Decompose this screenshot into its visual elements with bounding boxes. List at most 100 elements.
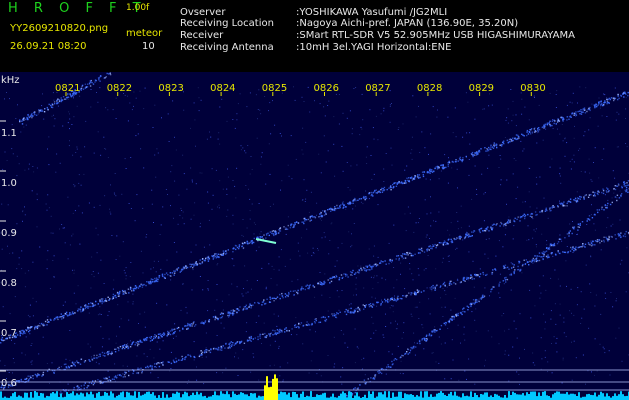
signal-bar (480, 394, 482, 400)
noise-speck (50, 215, 52, 217)
noise-speck (59, 228, 60, 230)
trace-dot (414, 253, 416, 255)
noise-speck (30, 361, 32, 363)
trace-dot (334, 207, 336, 210)
noise-speck (130, 340, 131, 342)
signal-bar (560, 393, 562, 400)
signal-bar (60, 393, 62, 400)
noise-speck (265, 183, 267, 185)
noise-speck (396, 279, 398, 281)
trace-dot (596, 239, 599, 241)
noise-speck (62, 125, 64, 127)
trace-dot (204, 350, 206, 352)
noise-speck (17, 104, 18, 106)
trace-dot (284, 296, 287, 298)
noise-speck (536, 246, 537, 248)
trace-dot (562, 251, 564, 253)
noise-speck (504, 330, 505, 332)
noise-speck (485, 238, 487, 240)
trace-dot (431, 248, 433, 250)
noise-speck (447, 327, 449, 329)
signal-bar (308, 396, 310, 400)
signal-bar (574, 394, 576, 400)
trace-dot (329, 277, 331, 280)
noise-speck (270, 278, 272, 279)
signal-bar (408, 394, 410, 400)
noise-speck (4, 151, 6, 153)
signal-bar (448, 393, 450, 400)
noise-speck (112, 109, 114, 111)
time-tick-label: 0823 (158, 83, 183, 94)
noise-speck (356, 164, 358, 166)
noise-speck (160, 224, 162, 226)
noise-speck (226, 215, 228, 217)
noise-speck (113, 279, 115, 281)
noise-speck (284, 265, 286, 267)
signal-bar (68, 393, 70, 400)
noise-speck (175, 269, 177, 271)
trace-dot (546, 124, 549, 126)
trace-dot (243, 241, 246, 244)
noise-speck (22, 210, 24, 212)
noise-speck (373, 245, 375, 247)
noise-speck (186, 188, 188, 190)
trace-dot (434, 289, 436, 291)
trace-dot (485, 274, 487, 276)
noise-speck (287, 362, 289, 364)
trace-dot (580, 109, 582, 111)
trace-dot (378, 190, 380, 192)
trace-dot (579, 198, 581, 200)
noise-speck (468, 225, 470, 227)
noise-speck (383, 181, 385, 182)
noise-speck (234, 185, 236, 187)
trace-dot (315, 319, 317, 322)
trace-dot (297, 289, 299, 292)
noise-speck (113, 192, 115, 194)
trace-dot (540, 256, 542, 258)
trace-dot (363, 197, 366, 199)
trace-dot (526, 134, 528, 137)
trace-dot (532, 257, 535, 260)
noise-speck (594, 338, 596, 340)
noise-speck (454, 107, 456, 109)
signal-bar (242, 392, 244, 400)
trace-dot (525, 259, 527, 261)
trace-dot (194, 264, 196, 266)
trace-dot (29, 329, 31, 332)
signal-bar (138, 391, 140, 400)
trace-dot (499, 225, 501, 227)
noise-speck (347, 346, 349, 348)
trace-dot (627, 94, 629, 97)
time-tick-label: 0828 (417, 83, 442, 94)
noise-speck (253, 222, 255, 224)
trace-dot (346, 274, 348, 276)
noise-speck (100, 154, 102, 156)
noise-speck (475, 330, 477, 332)
noise-speck (258, 246, 260, 248)
trace-dot (583, 107, 586, 109)
noise-speck (268, 263, 270, 265)
noise-speck (32, 166, 34, 167)
noise-speck (448, 261, 450, 262)
noise-speck (314, 100, 315, 102)
noise-speck (115, 195, 117, 197)
trace-dot (472, 154, 474, 156)
trace-dot (305, 219, 308, 221)
noise-speck (131, 109, 133, 111)
noise-speck (11, 339, 12, 341)
noise-speck (2, 168, 4, 170)
noise-speck (435, 268, 437, 270)
noise-speck (335, 93, 337, 95)
noise-speck (201, 172, 203, 174)
noise-speck (198, 110, 200, 112)
noise-speck (534, 305, 536, 307)
noise-speck (103, 136, 105, 138)
noise-speck (512, 346, 514, 348)
noise-speck (192, 269, 194, 271)
noise-speck (559, 303, 561, 305)
noise-speck (290, 135, 292, 137)
noise-speck (566, 246, 568, 247)
noise-speck (81, 212, 83, 214)
trace-dot (616, 199, 618, 202)
trace-dot (278, 332, 280, 334)
